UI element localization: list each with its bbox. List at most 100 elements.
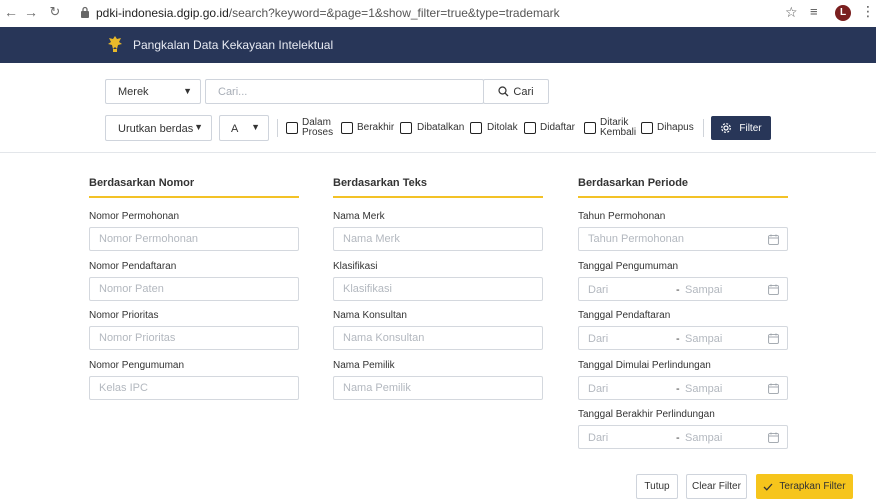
- status-checkbox-dihapus[interactable]: [641, 122, 653, 134]
- range-from[interactable]: Dari: [588, 284, 608, 296]
- range-tanggal-pendaftaran[interactable]: Dari - Sampai: [578, 326, 788, 350]
- close-button[interactable]: Tutup: [636, 474, 678, 499]
- apply-filter-button[interactable]: Terapkan Filter: [756, 474, 853, 499]
- column-title-nomor: Berdasarkan Nomor: [89, 177, 195, 189]
- status-label-didaftar: Didaftar: [540, 122, 576, 133]
- range-tanggal-dimulai-perlindungan[interactable]: Dari - Sampai: [578, 376, 788, 400]
- range-dash: -: [676, 383, 680, 395]
- field-label-nomor-pengumuman: Nomor Pengumuman: [89, 360, 185, 371]
- browser-menu-icon[interactable]: ⋮: [861, 3, 875, 20]
- apply-filter-label: Terapkan Filter: [779, 481, 846, 492]
- address-bar[interactable]: pdki-indonesia.dgip.go.id/search?keyword…: [96, 6, 560, 20]
- status-label-dibatalkan: Dibatalkan: [417, 122, 465, 133]
- status-checkbox-dalam-proses[interactable]: [286, 122, 298, 134]
- status-label-line: Kembali: [600, 127, 637, 138]
- tahun-permohonan-input[interactable]: [579, 228, 787, 250]
- sort-select-value: Urutkan berdas: [118, 123, 194, 135]
- nama-konsultan-input[interactable]: [334, 327, 542, 349]
- reading-list-icon[interactable]: ≡: [810, 4, 818, 19]
- garuda-logo-icon[interactable]: [107, 35, 123, 53]
- range-from[interactable]: Dari: [588, 383, 608, 395]
- nama-pemilik-input[interactable]: [334, 377, 542, 399]
- range-tanggal-pengumuman[interactable]: Dari - Sampai: [578, 277, 788, 301]
- filter-button[interactable]: Filter: [711, 116, 771, 140]
- search-category-value: Merek: [118, 86, 149, 98]
- column-underline: [578, 196, 788, 198]
- reload-icon[interactable]: ↻: [46, 4, 64, 20]
- field-label-tanggal-dimulai-perlindungan: Tanggal Dimulai Perlindungan: [578, 360, 711, 371]
- field-label-nomor-prioritas: Nomor Prioritas: [89, 310, 159, 321]
- forward-arrow-icon[interactable]: →: [22, 4, 40, 20]
- nomor-pengumuman-input[interactable]: [90, 377, 298, 399]
- lock-icon: [81, 6, 89, 18]
- field-nomor-pendaftaran[interactable]: [89, 277, 299, 301]
- app-header: Pangkalan Data Kekayaan Intelektual: [0, 27, 876, 63]
- range-to[interactable]: Sampai: [685, 284, 722, 296]
- section-divider: [0, 152, 876, 153]
- back-arrow-icon[interactable]: ←: [2, 4, 20, 20]
- field-label-tanggal-berakhir-perlindungan: Tanggal Berakhir Perlindungan: [578, 409, 715, 420]
- field-nomor-pengumuman[interactable]: [89, 376, 299, 400]
- status-checkbox-ditolak[interactable]: [470, 122, 482, 134]
- column-underline: [333, 196, 543, 198]
- url-path: /search?keyword=&page=1&show_filter=true…: [228, 6, 560, 20]
- calendar-icon[interactable]: [768, 333, 779, 344]
- sort-select[interactable]: Urutkan berdas ▼: [105, 115, 212, 141]
- search-input[interactable]: [206, 80, 483, 103]
- field-tahun-permohonan[interactable]: [578, 227, 788, 251]
- calendar-icon[interactable]: [768, 234, 779, 245]
- app-title[interactable]: Pangkalan Data Kekayaan Intelektual: [133, 38, 333, 52]
- profile-avatar[interactable]: L: [835, 5, 851, 21]
- nama-merk-input[interactable]: [334, 228, 542, 250]
- column-title-periode: Berdasarkan Periode: [578, 177, 689, 189]
- calendar-icon[interactable]: [768, 284, 779, 295]
- nomor-pendaftaran-input[interactable]: [90, 278, 298, 300]
- column-underline: [89, 196, 299, 198]
- field-label-nama-konsultan: Nama Konsultan: [333, 310, 407, 321]
- search-field[interactable]: [205, 79, 484, 104]
- klasifikasi-input[interactable]: [334, 278, 542, 300]
- status-label-berakhir: Berakhir: [357, 122, 395, 133]
- calendar-icon[interactable]: [768, 383, 779, 394]
- field-label-tanggal-pengumuman: Tanggal Pengumuman: [578, 261, 679, 272]
- nomor-permohonan-input[interactable]: [90, 228, 298, 250]
- status-label-line: Proses: [302, 127, 334, 138]
- field-klasifikasi[interactable]: [333, 277, 543, 301]
- status-label-dihapus: Dihapus: [657, 122, 694, 133]
- status-label-ditolak: Ditolak: [487, 122, 518, 133]
- range-to[interactable]: Sampai: [685, 383, 722, 395]
- field-label-nomor-pendaftaran: Nomor Pendaftaran: [89, 261, 177, 272]
- status-checkbox-berakhir[interactable]: [341, 122, 353, 134]
- range-to[interactable]: Sampai: [685, 333, 722, 345]
- field-nama-pemilik[interactable]: [333, 376, 543, 400]
- calendar-icon[interactable]: [768, 432, 779, 443]
- status-checkbox-dibatalkan[interactable]: [400, 122, 412, 134]
- field-label-nama-pemilik: Nama Pemilik: [333, 360, 395, 371]
- range-tanggal-berakhir-perlindungan[interactable]: Dari - Sampai: [578, 425, 788, 449]
- range-to[interactable]: Sampai: [685, 432, 722, 444]
- status-checkbox-didaftar[interactable]: [524, 122, 536, 134]
- chevron-down-icon: ▼: [183, 86, 192, 96]
- bookmark-star-icon[interactable]: ☆: [785, 4, 798, 21]
- status-label-ditarik-kembali: Ditarik Kembali: [600, 118, 636, 138]
- clear-filter-button[interactable]: Clear Filter: [686, 474, 747, 499]
- search-button[interactable]: Cari: [483, 79, 549, 104]
- field-nomor-prioritas[interactable]: [89, 326, 299, 350]
- nomor-prioritas-input[interactable]: [90, 327, 298, 349]
- status-checkbox-ditarik-kembali[interactable]: [584, 122, 596, 134]
- range-dash: -: [676, 333, 680, 345]
- field-nama-konsultan[interactable]: [333, 326, 543, 350]
- range-from[interactable]: Dari: [588, 432, 608, 444]
- order-select[interactable]: A ▼: [219, 115, 269, 141]
- gear-icon: [721, 123, 732, 133]
- status-label-dalam-proses: Dalam Proses: [302, 118, 333, 138]
- field-nama-merk[interactable]: [333, 227, 543, 251]
- field-nomor-permohonan[interactable]: [89, 227, 299, 251]
- field-label-tanggal-pendaftaran: Tanggal Pendaftaran: [578, 310, 671, 321]
- range-dash: -: [676, 432, 680, 444]
- url-host: pdki-indonesia.dgip.go.id: [96, 6, 229, 20]
- field-label-nama-merk: Nama Merk: [333, 211, 385, 222]
- field-label-tahun-permohonan: Tahun Permohonan: [578, 211, 666, 222]
- range-from[interactable]: Dari: [588, 333, 608, 345]
- search-category-select[interactable]: Merek ▼: [105, 79, 201, 104]
